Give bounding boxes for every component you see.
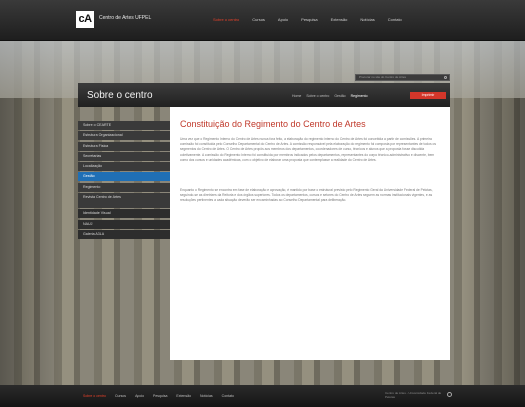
nav-item-pesquisa[interactable]: Pesquisa — [301, 16, 317, 23]
logo-text[interactable]: Centro de Artes UFPEL — [99, 14, 151, 22]
sidebar: Sobre o CEARTE Estrutura Organizacional … — [78, 121, 170, 240]
nav-item-noticias[interactable]: Notícias — [360, 16, 374, 23]
sidebar-item-estrutura-organizacional[interactable]: Estrutura Organizacional — [78, 131, 170, 141]
nav-item-extensao[interactable]: Extensão — [331, 16, 348, 23]
logo-mark[interactable]: cA — [76, 11, 94, 28]
footer-link-cursos[interactable]: Cursos — [115, 393, 126, 399]
footer: Sobre o centro Cursos Apoio Pesquisa Ext… — [0, 385, 525, 407]
search-input[interactable]: Procurar no site do Centro de Artes — [355, 74, 450, 81]
footer-link-extensao[interactable]: Extensão — [176, 393, 191, 399]
sidebar-item-gestao[interactable]: Gestão — [78, 172, 170, 182]
sidebar-item-nauj[interactable]: NAUJ — [78, 219, 170, 229]
nav-item-contato[interactable]: Contato — [388, 16, 402, 23]
sidebar-item-revista[interactable]: Revista Centro de Artes — [78, 193, 170, 209]
main-nav: Sobre o centro Cursos Apoio Pesquisa Ext… — [213, 16, 402, 23]
search-icon[interactable] — [444, 76, 447, 79]
footer-info: Centro de Artes - Universidade Federal d… — [385, 391, 442, 399]
footer-link-sobre[interactable]: Sobre o centro — [83, 393, 106, 399]
sidebar-item-secretarias[interactable]: Secretarias — [78, 151, 170, 161]
breadcrumb-sobre[interactable]: Sobre o centro — [306, 94, 329, 99]
sidebar-item-galeria[interactable]: Galeria A3LA — [78, 229, 170, 239]
sidebar-item-estrutura-fisica[interactable]: Estrutura Física — [78, 141, 170, 151]
nav-item-apoio[interactable]: Apoio — [278, 16, 288, 23]
footer-nav: Sobre o centro Cursos Apoio Pesquisa Ext… — [83, 393, 234, 399]
print-button[interactable]: Imprimir — [410, 92, 446, 99]
footer-link-pesquisa[interactable]: Pesquisa — [153, 393, 167, 399]
content-paragraph-2: Enquanto o Regimento se encontra em fase… — [180, 188, 433, 203]
sidebar-item-regimento[interactable]: Regimento — [78, 182, 170, 192]
breadcrumb-current: Regimento — [350, 94, 368, 98]
breadcrumb-home[interactable]: Home — [292, 94, 301, 99]
footer-logo-icon — [447, 392, 452, 397]
nav-item-cursos[interactable]: Cursos — [252, 16, 265, 23]
footer-link-apoio[interactable]: Apoio — [135, 393, 144, 399]
breadcrumb-gestao[interactable]: Gestão — [334, 94, 345, 99]
top-navigation-bar: cA Centro de Artes UFPEL Sobre o centro … — [0, 0, 525, 41]
breadcrumb: Home Sobre o centro Gestão Regimento — [292, 94, 368, 99]
page-title: Sobre o centro — [87, 90, 153, 101]
footer-link-contato[interactable]: Contato — [222, 393, 234, 399]
footer-link-noticias[interactable]: Notícias — [200, 393, 213, 399]
sidebar-item-localizacao[interactable]: Localização — [78, 162, 170, 172]
sidebar-item-sobre[interactable]: Sobre o CEARTE — [78, 121, 170, 130]
content-title: Constituição do Regimento do Centro de A… — [180, 119, 366, 129]
main-content: Constituição do Regimento do Centro de A… — [170, 107, 450, 360]
sidebar-item-identidade-visual[interactable]: Identidade Visual — [78, 209, 170, 219]
search-placeholder: Procurar no site do Centro de Artes — [359, 75, 407, 79]
content-paragraph-1: Uma vez que o Regimento Interno do Centr… — [180, 137, 437, 162]
nav-item-sobre[interactable]: Sobre o centro — [213, 16, 239, 23]
